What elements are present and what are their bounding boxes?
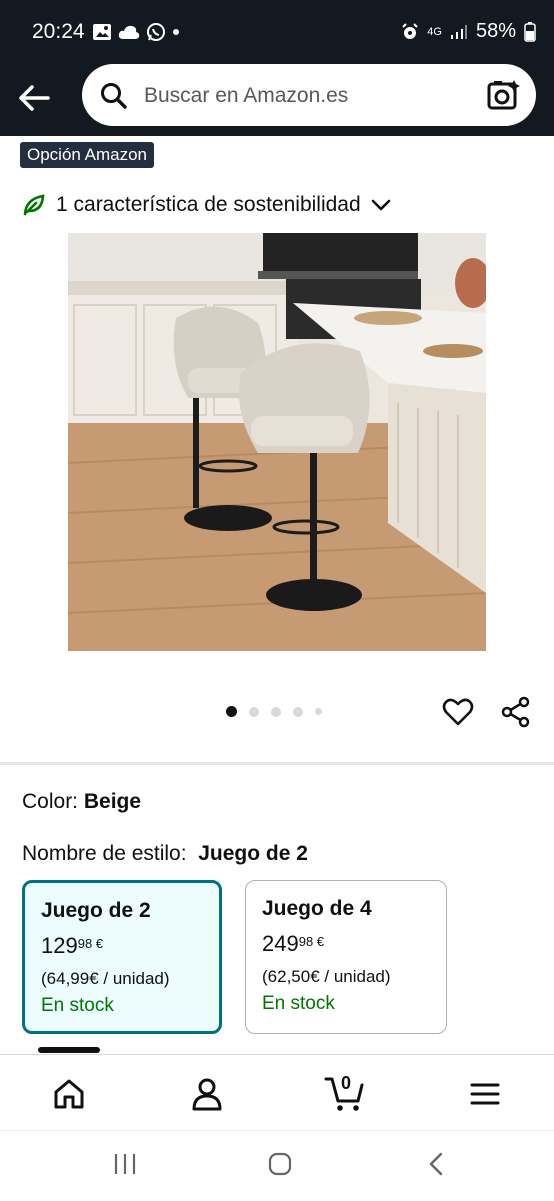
color-row: Color: Beige bbox=[22, 790, 141, 814]
carousel-dot[interactable] bbox=[293, 706, 303, 717]
bottom-nav: 0 bbox=[0, 1047, 554, 1131]
home-icon bbox=[54, 1079, 84, 1109]
style-label: Nombre de estilo: bbox=[22, 842, 187, 865]
style-row: Nombre de estilo: Juego de 2 bbox=[22, 842, 308, 866]
dot-icon bbox=[173, 29, 179, 35]
chevron-left-icon bbox=[429, 1152, 443, 1176]
price-fraction: 98 € bbox=[298, 934, 325, 949]
option-price: 12998 € bbox=[41, 933, 203, 959]
camera-search-icon bbox=[487, 80, 520, 110]
product-image[interactable] bbox=[68, 233, 486, 651]
search-header bbox=[0, 64, 554, 136]
status-time: 20:24 bbox=[32, 20, 85, 43]
battery-icon bbox=[524, 21, 536, 42]
carousel-dot[interactable] bbox=[315, 708, 322, 715]
carousel-dot[interactable] bbox=[226, 706, 237, 717]
option-stock: En stock bbox=[41, 995, 114, 1016]
back-button[interactable] bbox=[14, 78, 54, 118]
back-system-button[interactable] bbox=[424, 1151, 450, 1182]
whatsapp-icon bbox=[147, 23, 165, 41]
sustainability-feature-link[interactable]: 1 característica de sostenibilidad bbox=[22, 193, 391, 217]
leaf-icon bbox=[23, 194, 45, 216]
search-input[interactable] bbox=[142, 76, 466, 116]
carousel-dot[interactable] bbox=[249, 706, 259, 717]
option-title: Juego de 2 bbox=[41, 899, 151, 922]
signal-icon bbox=[450, 24, 467, 39]
menu-icon bbox=[470, 1083, 500, 1105]
price-whole: 249 bbox=[262, 931, 299, 956]
recent-apps-icon bbox=[114, 1154, 136, 1174]
image-carousel-dots bbox=[226, 706, 322, 717]
amazon-choice-badge: Opción Amazon bbox=[20, 142, 155, 168]
recent-apps-button[interactable] bbox=[112, 1151, 138, 1182]
system-nav-bar bbox=[0, 1130, 554, 1201]
alarm-icon bbox=[402, 22, 418, 39]
status-right: 4G 58% bbox=[401, 20, 536, 43]
nav-home[interactable] bbox=[52, 1077, 86, 1116]
share-button[interactable] bbox=[500, 696, 532, 733]
home-circle-icon bbox=[268, 1152, 292, 1176]
option-title: Juego de 4 bbox=[262, 897, 372, 920]
nav-cart[interactable]: 0 bbox=[324, 1073, 366, 1118]
option-unit-price: (64,99€ / unidad) bbox=[41, 969, 170, 988]
wishlist-button[interactable] bbox=[442, 696, 474, 733]
battery-percent: 58% bbox=[475, 20, 516, 42]
heart-icon bbox=[442, 698, 474, 726]
cloud-icon bbox=[118, 25, 140, 39]
home-system-button[interactable] bbox=[267, 1151, 293, 1182]
status-bar: 20:24 4G 58% bbox=[0, 0, 554, 64]
style-value: Juego de 2 bbox=[198, 842, 308, 865]
price-fraction: 98 € bbox=[77, 936, 104, 951]
active-tab-indicator bbox=[38, 1047, 100, 1053]
nav-menu[interactable] bbox=[468, 1077, 502, 1116]
section-divider bbox=[0, 762, 554, 765]
cart-count: 0 bbox=[341, 1073, 352, 1093]
price-whole: 129 bbox=[41, 933, 78, 958]
share-icon bbox=[501, 696, 530, 728]
option-price: 24998 € bbox=[262, 931, 430, 957]
search-icon bbox=[101, 83, 127, 109]
color-value: Beige bbox=[83, 790, 142, 813]
search-box[interactable] bbox=[82, 64, 536, 126]
nav-account[interactable] bbox=[190, 1077, 224, 1116]
image-icon bbox=[93, 24, 111, 40]
sustainability-text: 1 característica de sostenibilidad bbox=[56, 193, 361, 216]
status-notification-icons bbox=[92, 22, 180, 42]
option-unit-price: (62,50€ / unidad) bbox=[262, 967, 391, 986]
option-stock: En stock bbox=[262, 993, 335, 1014]
network-type: 4G bbox=[427, 25, 442, 38]
chevron-down-icon bbox=[371, 199, 390, 211]
style-option-card[interactable]: Juego de 2 12998 € (64,99€ / unidad) En … bbox=[22, 880, 222, 1034]
color-label: Color: bbox=[22, 790, 79, 813]
style-option-card[interactable]: Juego de 4 24998 € (62,50€ / unidad) En … bbox=[245, 880, 447, 1034]
account-icon bbox=[192, 1078, 222, 1111]
carousel-dot[interactable] bbox=[271, 706, 281, 717]
arrow-left-icon bbox=[19, 85, 50, 111]
